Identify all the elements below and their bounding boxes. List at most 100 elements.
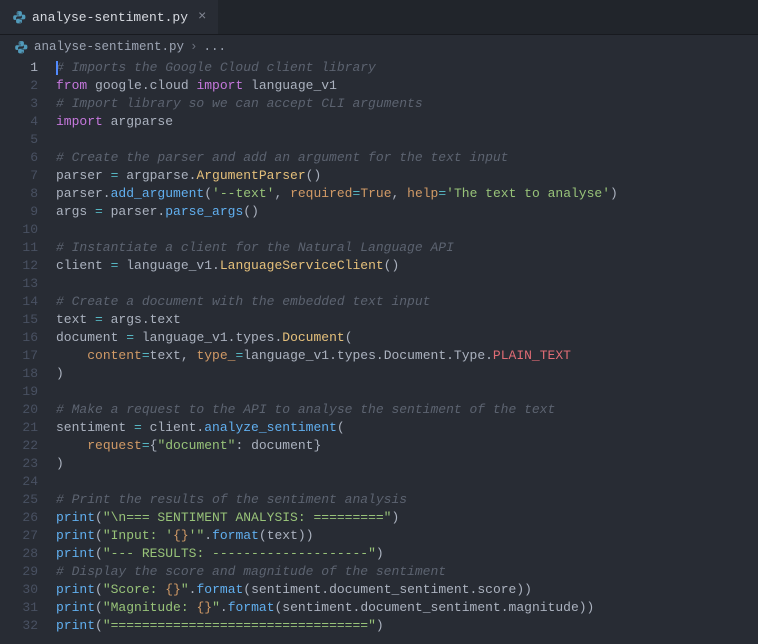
- code-line[interactable]: parser = argparse.ArgumentParser(): [56, 167, 758, 185]
- code-line[interactable]: # Create a document with the embedded te…: [56, 293, 758, 311]
- token: "document": [157, 438, 235, 453]
- token: LanguageServiceClient: [220, 258, 384, 273]
- tab-file[interactable]: analyse-sentiment.py ×: [0, 0, 218, 34]
- token: text: [56, 312, 95, 327]
- token: document: [56, 330, 126, 345]
- token: print: [56, 546, 95, 561]
- token: parser: [56, 168, 111, 183]
- line-number: 18: [0, 365, 38, 383]
- token: parser.: [56, 186, 111, 201]
- token: client.: [142, 420, 204, 435]
- line-number: 9: [0, 203, 38, 221]
- code-line[interactable]: print("\n=== SENTIMENT ANALYSIS: =======…: [56, 509, 758, 527]
- code-line[interactable]: # Print the results of the sentiment ana…: [56, 491, 758, 509]
- code-line[interactable]: request={"document": document}: [56, 437, 758, 455]
- code-line[interactable]: client = language_v1.LanguageServiceClie…: [56, 257, 758, 275]
- code-area[interactable]: # Imports the Google Cloud client librar…: [56, 59, 758, 644]
- token: (text)): [259, 528, 314, 543]
- code-line[interactable]: [56, 275, 758, 293]
- token: (sentiment.document_sentiment.score)): [243, 582, 532, 597]
- line-number: 11: [0, 239, 38, 257]
- token: ): [56, 366, 64, 381]
- token: import: [56, 114, 103, 129]
- code-line[interactable]: content=text, type_=language_v1.types.Do…: [56, 347, 758, 365]
- code-line[interactable]: # Imports the Google Cloud client librar…: [56, 59, 758, 77]
- token: argparse.: [118, 168, 196, 183]
- token: add_argument: [111, 186, 205, 201]
- code-line[interactable]: sentiment = client.analyze_sentiment(: [56, 419, 758, 437]
- code-line[interactable]: print("=================================…: [56, 617, 758, 635]
- token: =: [126, 330, 134, 345]
- editor[interactable]: 1234567891011121314151617181920212223242…: [0, 59, 758, 644]
- code-line[interactable]: [56, 131, 758, 149]
- code-line[interactable]: print("Input: '{}'".format(text)): [56, 527, 758, 545]
- token: argparse: [103, 114, 173, 129]
- token: "Magnitude:: [103, 600, 197, 615]
- line-number: 24: [0, 473, 38, 491]
- code-line[interactable]: [56, 473, 758, 491]
- token: "Score:: [103, 582, 165, 597]
- chevron-right-icon: ›: [190, 40, 198, 54]
- token: =: [134, 420, 142, 435]
- token: Document: [282, 330, 344, 345]
- code-line[interactable]: # Instantiate a client for the Natural L…: [56, 239, 758, 257]
- python-file-icon: [14, 40, 28, 54]
- code-line[interactable]: import argparse: [56, 113, 758, 131]
- code-line[interactable]: ): [56, 455, 758, 473]
- token: print: [56, 600, 95, 615]
- text-cursor: [56, 61, 58, 75]
- token: from: [56, 78, 87, 93]
- token: format: [212, 528, 259, 543]
- line-number: 26: [0, 509, 38, 527]
- code-line[interactable]: print("Magnitude: {}".format(sentiment.d…: [56, 599, 758, 617]
- token: ): [610, 186, 618, 201]
- code-line[interactable]: # Import library so we can accept CLI ar…: [56, 95, 758, 113]
- breadcrumb-ellipsis: ...: [204, 40, 227, 54]
- line-number: 22: [0, 437, 38, 455]
- close-icon[interactable]: ×: [198, 9, 206, 25]
- python-file-icon: [12, 10, 26, 24]
- token: required: [290, 186, 352, 201]
- breadcrumb[interactable]: analyse-sentiment.py › ...: [0, 35, 758, 59]
- token: # Instantiate a client for the Natural L…: [56, 240, 454, 255]
- token: {}: [196, 600, 212, 615]
- token: ): [376, 546, 384, 561]
- token: (sentiment.document_sentiment.magnitude)…: [275, 600, 595, 615]
- code-line[interactable]: [56, 383, 758, 401]
- token: (: [95, 582, 103, 597]
- token: text,: [150, 348, 197, 363]
- token: ,: [392, 186, 408, 201]
- code-line[interactable]: # Make a request to the API to analyse t…: [56, 401, 758, 419]
- code-line[interactable]: args = parser.parse_args(): [56, 203, 758, 221]
- code-line[interactable]: parser.add_argument('--text', required=T…: [56, 185, 758, 203]
- code-line[interactable]: [56, 221, 758, 239]
- line-number: 28: [0, 545, 38, 563]
- token: print: [56, 618, 95, 633]
- token: '": [189, 528, 205, 543]
- code-line[interactable]: # Create the parser and add an argument …: [56, 149, 758, 167]
- token: # Imports the Google Cloud client librar…: [56, 60, 376, 75]
- code-line[interactable]: print("Score: {}".format(sentiment.docum…: [56, 581, 758, 599]
- code-line[interactable]: # Display the score and magnitude of the…: [56, 563, 758, 581]
- code-line[interactable]: from google.cloud import language_v1: [56, 77, 758, 95]
- token: '--text': [212, 186, 274, 201]
- token: request: [87, 438, 142, 453]
- token: import: [196, 78, 243, 93]
- code-line[interactable]: text = args.text: [56, 311, 758, 329]
- token: (: [95, 528, 103, 543]
- token: ): [56, 456, 64, 471]
- line-number: 14: [0, 293, 38, 311]
- line-number: 32: [0, 617, 38, 635]
- code-line[interactable]: document = language_v1.types.Document(: [56, 329, 758, 347]
- token: (: [204, 186, 212, 201]
- line-number: 21: [0, 419, 38, 437]
- token: language_v1.: [118, 258, 219, 273]
- code-line[interactable]: print("--- RESULTS: --------------------…: [56, 545, 758, 563]
- token: (: [95, 600, 103, 615]
- token: args.text: [103, 312, 181, 327]
- token: "--- RESULTS: --------------------": [103, 546, 376, 561]
- token: # Display the score and magnitude of the…: [56, 564, 446, 579]
- line-number: 20: [0, 401, 38, 419]
- line-number: 17: [0, 347, 38, 365]
- code-line[interactable]: ): [56, 365, 758, 383]
